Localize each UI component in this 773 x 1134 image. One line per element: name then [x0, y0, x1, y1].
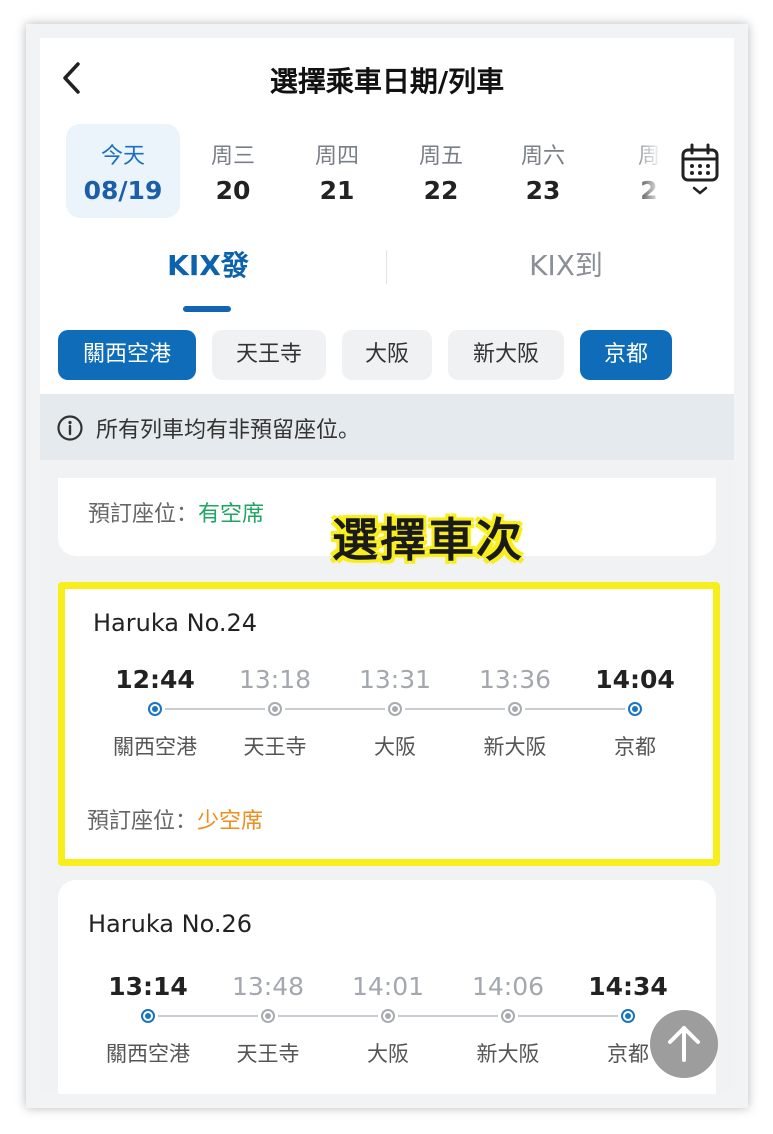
tab-divider [386, 250, 387, 284]
route-line [405, 708, 505, 710]
route-line [518, 1015, 618, 1017]
tab-kix-arrive[interactable]: KIX到 [456, 244, 676, 284]
date-num: 20 [215, 176, 251, 205]
station-name: 天王寺 [243, 735, 307, 759]
time-arrival: 14:34 [588, 972, 668, 1001]
time-stop: 13:18 [238, 665, 312, 694]
date-num: 08/19 [83, 176, 163, 205]
route-line [398, 1015, 498, 1017]
route-line [525, 708, 625, 710]
info-icon [57, 415, 83, 441]
station-name: 天王寺 [236, 1042, 300, 1066]
train-name: Haruka No.26 [88, 910, 253, 938]
date-item-20[interactable]: 周三 20 [176, 124, 290, 218]
date-strip-fade [632, 124, 662, 218]
date-selector: 今天 08/19 周三 20 周四 21 周五 22 周六 23 周 2 [66, 124, 660, 218]
station-name: 京都 [614, 735, 656, 759]
station-name: 新大阪 [476, 1042, 540, 1066]
date-item-23[interactable]: 周六 23 [486, 124, 600, 218]
time-departure: 12:44 [115, 665, 195, 694]
station-dot [508, 702, 522, 716]
date-item-today[interactable]: 今天 08/19 [66, 124, 180, 218]
date-dow: 周三 [210, 144, 255, 169]
active-tab-indicator [183, 306, 231, 312]
station-dot [388, 702, 402, 716]
notice-text: 所有列車均有非預留座位。 [96, 418, 361, 443]
arrow-up-icon [668, 1026, 700, 1062]
date-item-21[interactable]: 周四 21 [280, 124, 394, 218]
station-dot [148, 702, 162, 716]
station-timeline: 12:44 13:18 13:31 13:36 14:04 關西空港 天王寺 大… [105, 665, 683, 785]
chip-station-kansai-airport[interactable]: 關西空港 [58, 330, 196, 380]
time-departure: 13:14 [108, 972, 188, 1001]
date-dow: 周五 [418, 144, 463, 169]
app-screen: 選擇乘車日期/列車 今天 08/19 周三 20 周四 21 周五 22 周六 … [40, 38, 734, 1094]
station-name: 大阪 [374, 735, 416, 759]
seat-availability: 預訂座位：有空席 [88, 496, 264, 528]
seat-label: 預訂座位： [88, 502, 199, 527]
station-dot [141, 1009, 155, 1023]
chip-station-osaka[interactable]: 大阪 [342, 330, 432, 380]
train-card-haruka-26[interactable]: Haruka No.26 13:14 13:48 14:01 14:06 14:… [58, 880, 716, 1094]
time-stop: 13:48 [231, 972, 305, 1001]
station-name: 新大阪 [483, 735, 547, 759]
seat-label: 預訂座位： [87, 809, 198, 834]
time-stop: 13:31 [358, 665, 432, 694]
station-dot [621, 1009, 635, 1023]
page-title: 選擇乘車日期/列車 [269, 65, 505, 98]
seat-status: 有空席 [198, 502, 265, 527]
calendar-icon[interactable] [680, 142, 720, 202]
screenshot-frame: 選擇乘車日期/列車 今天 08/19 周三 20 周四 21 周五 22 周六 … [26, 24, 748, 1108]
scroll-to-top-button[interactable] [650, 1010, 718, 1078]
station-timeline: 13:14 13:48 14:01 14:06 14:34 關西空港 天王寺 大… [98, 972, 676, 1092]
station-name: 大阪 [367, 1042, 409, 1066]
time-stop: 13:36 [478, 665, 552, 694]
route-line [165, 708, 265, 710]
top-panel: 選擇乘車日期/列車 今天 08/19 周三 20 周四 21 周五 22 周六 … [40, 38, 734, 394]
station-name: 關西空港 [106, 1042, 190, 1066]
route-line [285, 708, 385, 710]
annotation-label: 選擇車次 [332, 513, 524, 567]
date-dow: 今天 [100, 144, 145, 169]
date-dow: 周四 [314, 144, 359, 169]
date-num: 22 [423, 176, 459, 205]
station-dot [628, 702, 642, 716]
date-dow: 周六 [520, 144, 565, 169]
chip-station-tennoji[interactable]: 天王寺 [212, 330, 326, 380]
route-line [278, 1015, 378, 1017]
route-line [158, 1015, 258, 1017]
station-dot [501, 1009, 515, 1023]
time-stop: 14:06 [471, 972, 545, 1001]
tab-kix-depart[interactable]: KIX發 [98, 244, 318, 284]
train-name: Haruka No.24 [93, 609, 258, 637]
station-dot [381, 1009, 395, 1023]
time-stop: 14:01 [351, 972, 425, 1001]
date-num: 23 [525, 176, 561, 205]
seat-status: 少空席 [197, 809, 264, 834]
chip-station-shin-osaka[interactable]: 新大阪 [448, 330, 564, 380]
station-dot [268, 702, 282, 716]
date-num: 21 [319, 176, 355, 205]
seat-availability: 預訂座位：少空席 [87, 803, 263, 835]
date-item-22[interactable]: 周五 22 [384, 124, 498, 218]
time-arrival: 14:04 [595, 665, 675, 694]
notice-banner: 所有列車均有非預留座位。 [40, 394, 734, 460]
station-name: 關西空港 [113, 735, 197, 759]
chip-station-kyoto[interactable]: 京都 [580, 330, 672, 380]
train-card-haruka-24[interactable]: Haruka No.24 12:44 13:18 13:31 13:36 14:… [58, 582, 720, 866]
station-dot [261, 1009, 275, 1023]
